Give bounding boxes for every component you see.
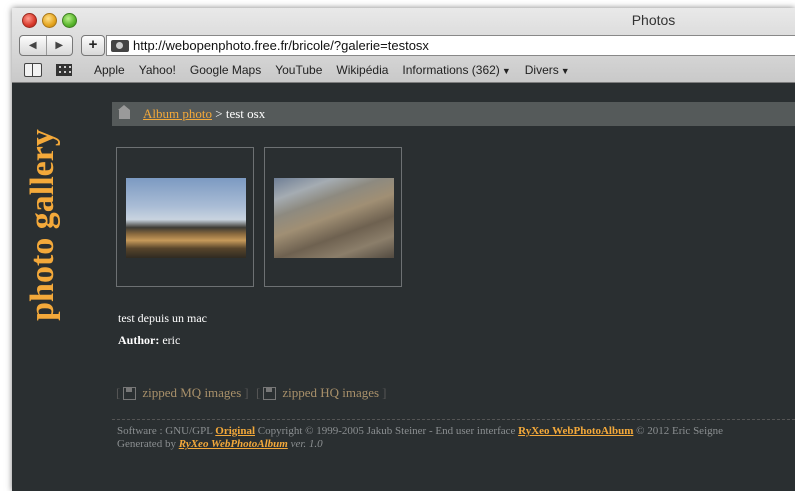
window-title: Photos: [631, 12, 676, 28]
bookmarks-book-icon[interactable]: [24, 63, 42, 77]
footer-generated-link[interactable]: RyXeo WebPhotoAlbum: [179, 438, 288, 450]
thumbnail-city-image[interactable]: [274, 178, 394, 258]
download-mq-link[interactable]: [ zipped MQ images ]: [113, 385, 252, 401]
gallery-author: Author: eric: [118, 333, 180, 348]
browser-chrome: Photos ◀ ▶ + http://webopenphoto.free.fr…: [12, 8, 795, 83]
chevron-down-icon: ▼: [501, 66, 511, 76]
bookmark-youtube[interactable]: YouTube: [275, 63, 322, 77]
footer-ryxeo-link[interactable]: RyXeo WebPhotoAlbum: [518, 425, 633, 437]
forward-button[interactable]: ▶: [47, 36, 73, 55]
thumbnail-2[interactable]: [264, 147, 402, 287]
breadcrumb-current: test osx: [225, 106, 266, 121]
bookmark-apple[interactable]: Apple: [94, 63, 125, 77]
footer-version: ver. 1.0: [287, 438, 323, 450]
breadcrumb-album-link[interactable]: Album photo: [143, 106, 212, 122]
author-label: Author:: [118, 333, 160, 347]
home-icon: [118, 104, 130, 119]
footer: Software : GNU/GPL Original Copyright © …: [117, 425, 787, 451]
footer-generated-by: Generated by: [117, 438, 179, 450]
download-hq-link[interactable]: [ zipped HQ images ]: [253, 385, 389, 401]
download-hq-label[interactable]: zipped HQ images: [282, 385, 379, 401]
bracket-right: ]: [382, 385, 387, 400]
save-icon: [263, 386, 277, 400]
address-text[interactable]: http://webopenphoto.free.fr/bricole/?gal…: [133, 38, 429, 53]
side-title: photo gallery: [24, 105, 61, 345]
back-button[interactable]: ◀: [20, 36, 47, 55]
address-bar[interactable]: http://webopenphoto.free.fr/bricole/?gal…: [106, 35, 795, 56]
save-icon: [123, 386, 137, 400]
footer-copyright2: © 2012 Eric Seigne: [633, 425, 724, 437]
bookmark-divers-menu[interactable]: Divers ▼: [525, 63, 570, 77]
bookmark-google-maps[interactable]: Google Maps: [190, 63, 261, 77]
footer-divider: [112, 419, 795, 420]
bookmark-divers-label: Divers: [524, 63, 559, 77]
bookmarks-bar: Apple Yahoo! Google Maps YouTube Wikipéd…: [12, 60, 795, 80]
nav-buttons: ◀ ▶: [19, 35, 73, 56]
footer-prefix: Software : GNU/GPL: [117, 425, 216, 437]
bracket-right: ]: [244, 385, 249, 400]
footer-copyright: Copyright © 1999-2005 Jakub Steiner - En…: [255, 425, 519, 437]
download-mq-label[interactable]: zipped MQ images: [142, 385, 241, 401]
breadcrumb: Album photo > test osx: [112, 102, 795, 126]
site-icon: [111, 39, 129, 52]
bookmark-informations-label: Informations (362): [402, 63, 500, 77]
footer-original-link[interactable]: Original: [215, 425, 255, 437]
browser-window: Photos ◀ ▶ + http://webopenphoto.free.fr…: [12, 8, 795, 491]
thumbnail-1[interactable]: [116, 147, 254, 287]
thumbnail-bridge-image[interactable]: [126, 178, 246, 258]
bracket-left: [: [116, 385, 121, 400]
bookmark-wikipedia[interactable]: Wikipédia: [336, 63, 388, 77]
bookmark-yahoo[interactable]: Yahoo!: [139, 63, 176, 77]
author-value: eric: [162, 333, 181, 347]
side-title-text: photo gallery: [24, 129, 61, 321]
top-sites-grid-icon[interactable]: [56, 64, 72, 76]
page-content: photo gallery Album photo > test osx tes…: [12, 83, 795, 491]
add-bookmark-button[interactable]: +: [81, 35, 105, 56]
gallery-description: test depuis un mac: [118, 311, 207, 325]
breadcrumb-separator: >: [211, 106, 226, 121]
bracket-left: [: [256, 385, 261, 400]
bookmark-informations-menu[interactable]: Informations (362) ▼: [402, 63, 510, 77]
chevron-down-icon: ▼: [560, 66, 570, 76]
